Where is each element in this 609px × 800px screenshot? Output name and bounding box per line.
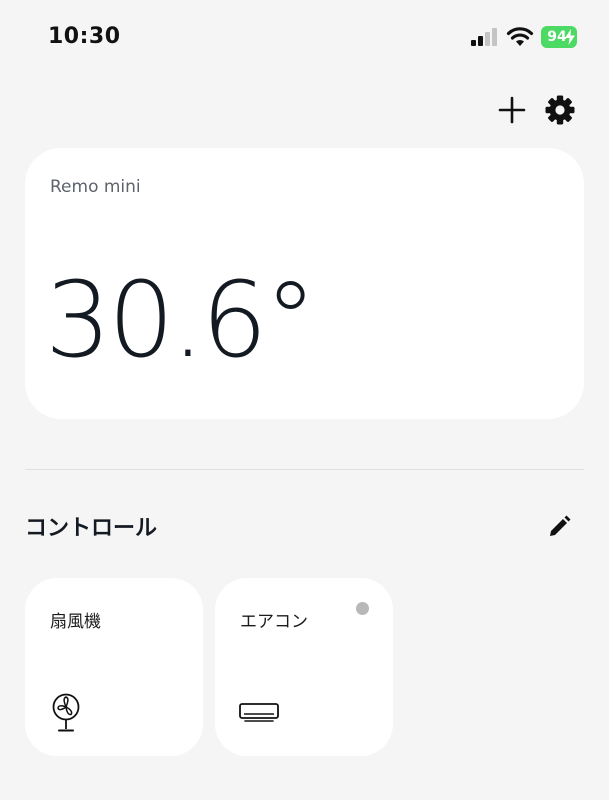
temperature-reading: 30.6° bbox=[45, 259, 317, 381]
section-title: コントロール bbox=[25, 516, 158, 541]
signal-icon bbox=[471, 28, 497, 46]
tile-label: エアコン bbox=[240, 612, 308, 632]
status-time: 10:30 bbox=[48, 24, 121, 49]
tile-label: 扇風機 bbox=[50, 612, 101, 632]
fan-icon bbox=[52, 693, 80, 732]
device-card[interactable]: Remo mini 30.6° bbox=[25, 148, 584, 419]
divider bbox=[25, 469, 584, 470]
air-conditioner-icon bbox=[239, 703, 279, 722]
gear-icon bbox=[545, 95, 575, 125]
battery-icon: 94 bbox=[541, 26, 577, 48]
device-name: Remo mini bbox=[50, 177, 141, 197]
add-button[interactable] bbox=[496, 94, 528, 126]
edit-button[interactable] bbox=[546, 514, 572, 540]
charging-bolt-icon bbox=[565, 29, 575, 45]
control-tile-air-conditioner[interactable]: エアコン bbox=[215, 578, 393, 756]
plus-icon bbox=[498, 96, 526, 124]
settings-button[interactable] bbox=[543, 93, 577, 127]
status-dot bbox=[356, 602, 369, 615]
battery-level: 94 bbox=[547, 29, 567, 45]
wifi-icon bbox=[506, 27, 534, 46]
pencil-icon bbox=[550, 515, 571, 536]
control-tile-fan[interactable]: 扇風機 bbox=[25, 578, 203, 756]
status-bar: 10:30 94 bbox=[0, 0, 609, 70]
